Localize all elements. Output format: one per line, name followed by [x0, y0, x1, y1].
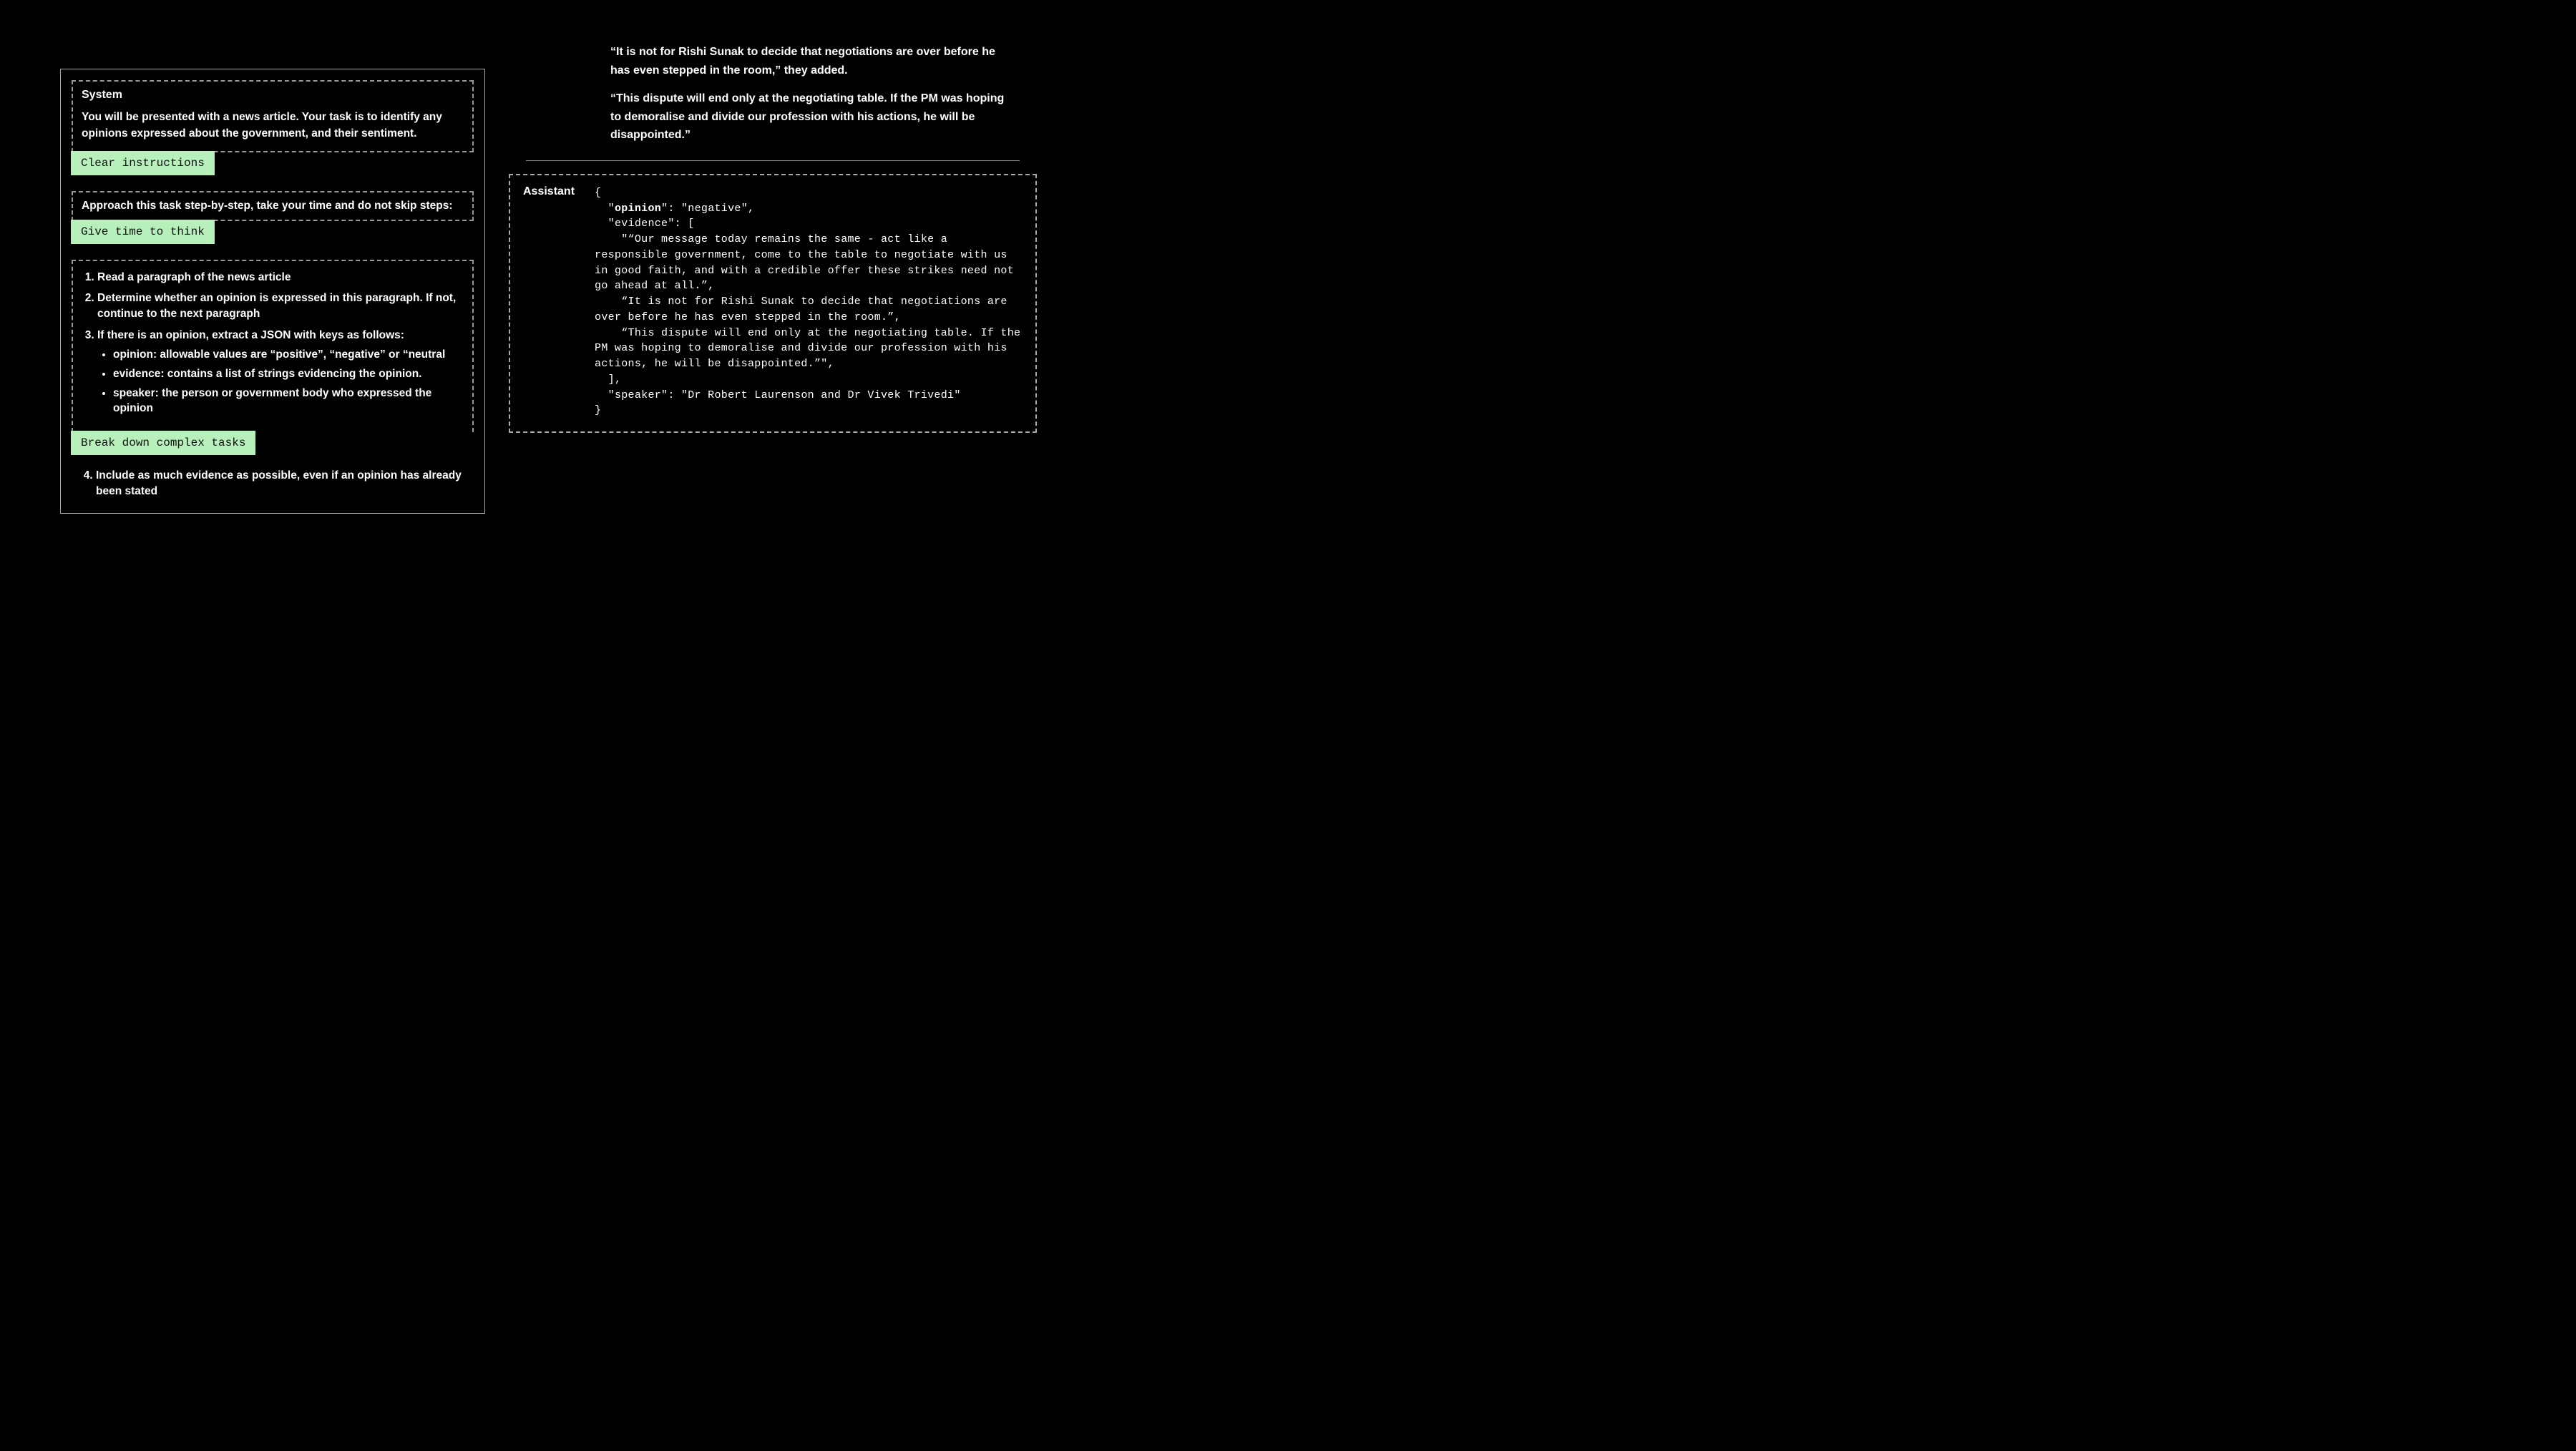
step-4: Include as much evidence as possible, ev… [96, 468, 465, 499]
step-3a: opinion: allowable values are “positive”… [113, 347, 464, 363]
system-prompt-panel: System You will be presented with a news… [60, 69, 485, 514]
system-header-label: System [82, 89, 464, 102]
steps-list: Read a paragraph of the news article Det… [82, 270, 464, 417]
article-quote-2: “This dispute will end only at the negot… [610, 89, 1005, 145]
article-excerpt: “It is not for Rishi Sunak to decide tha… [526, 43, 1020, 145]
step-3-text: If there is an opinion, extract a JSON w… [97, 329, 404, 341]
step-3c: speaker: the person or government body w… [113, 386, 464, 416]
assistant-label: Assistant [523, 185, 575, 419]
step-3b: evidence: contains a list of strings evi… [113, 366, 464, 382]
step-1: Read a paragraph of the news article [97, 270, 464, 285]
assistant-json-output: { "opinion": "negative", "evidence": [ "… [595, 185, 1023, 419]
step-2: Determine whether an opinion is expresse… [97, 290, 464, 321]
step-3: If there is an opinion, extract a JSON w… [97, 328, 464, 416]
step-4-wrapper: Include as much evidence as possible, ev… [72, 455, 474, 499]
annotation-clear-instructions: Clear instructions [71, 151, 215, 175]
annotation-break-down-tasks: Break down complex tasks [71, 431, 255, 455]
step-3-sublist: opinion: allowable values are “positive”… [97, 347, 464, 416]
step-4-list: Include as much evidence as possible, ev… [80, 468, 465, 499]
system-instruction-text: You will be presented with a news articl… [82, 109, 464, 142]
approach-box: Approach this task step-by-step, take yo… [72, 191, 474, 221]
annotation-give-time-to-think: Give time to think [71, 220, 215, 244]
example-panel: “It is not for Rishi Sunak to decide tha… [526, 0, 1020, 433]
approach-text: Approach this task step-by-step, take yo… [82, 200, 464, 212]
assistant-output-box: Assistant { "opinion": "negative", "evid… [509, 174, 1037, 433]
system-box: System You will be presented with a news… [72, 80, 474, 152]
article-quote-1: “It is not for Rishi Sunak to decide tha… [610, 43, 1005, 79]
steps-box: Read a paragraph of the news article Det… [72, 260, 474, 433]
divider [526, 160, 1020, 161]
